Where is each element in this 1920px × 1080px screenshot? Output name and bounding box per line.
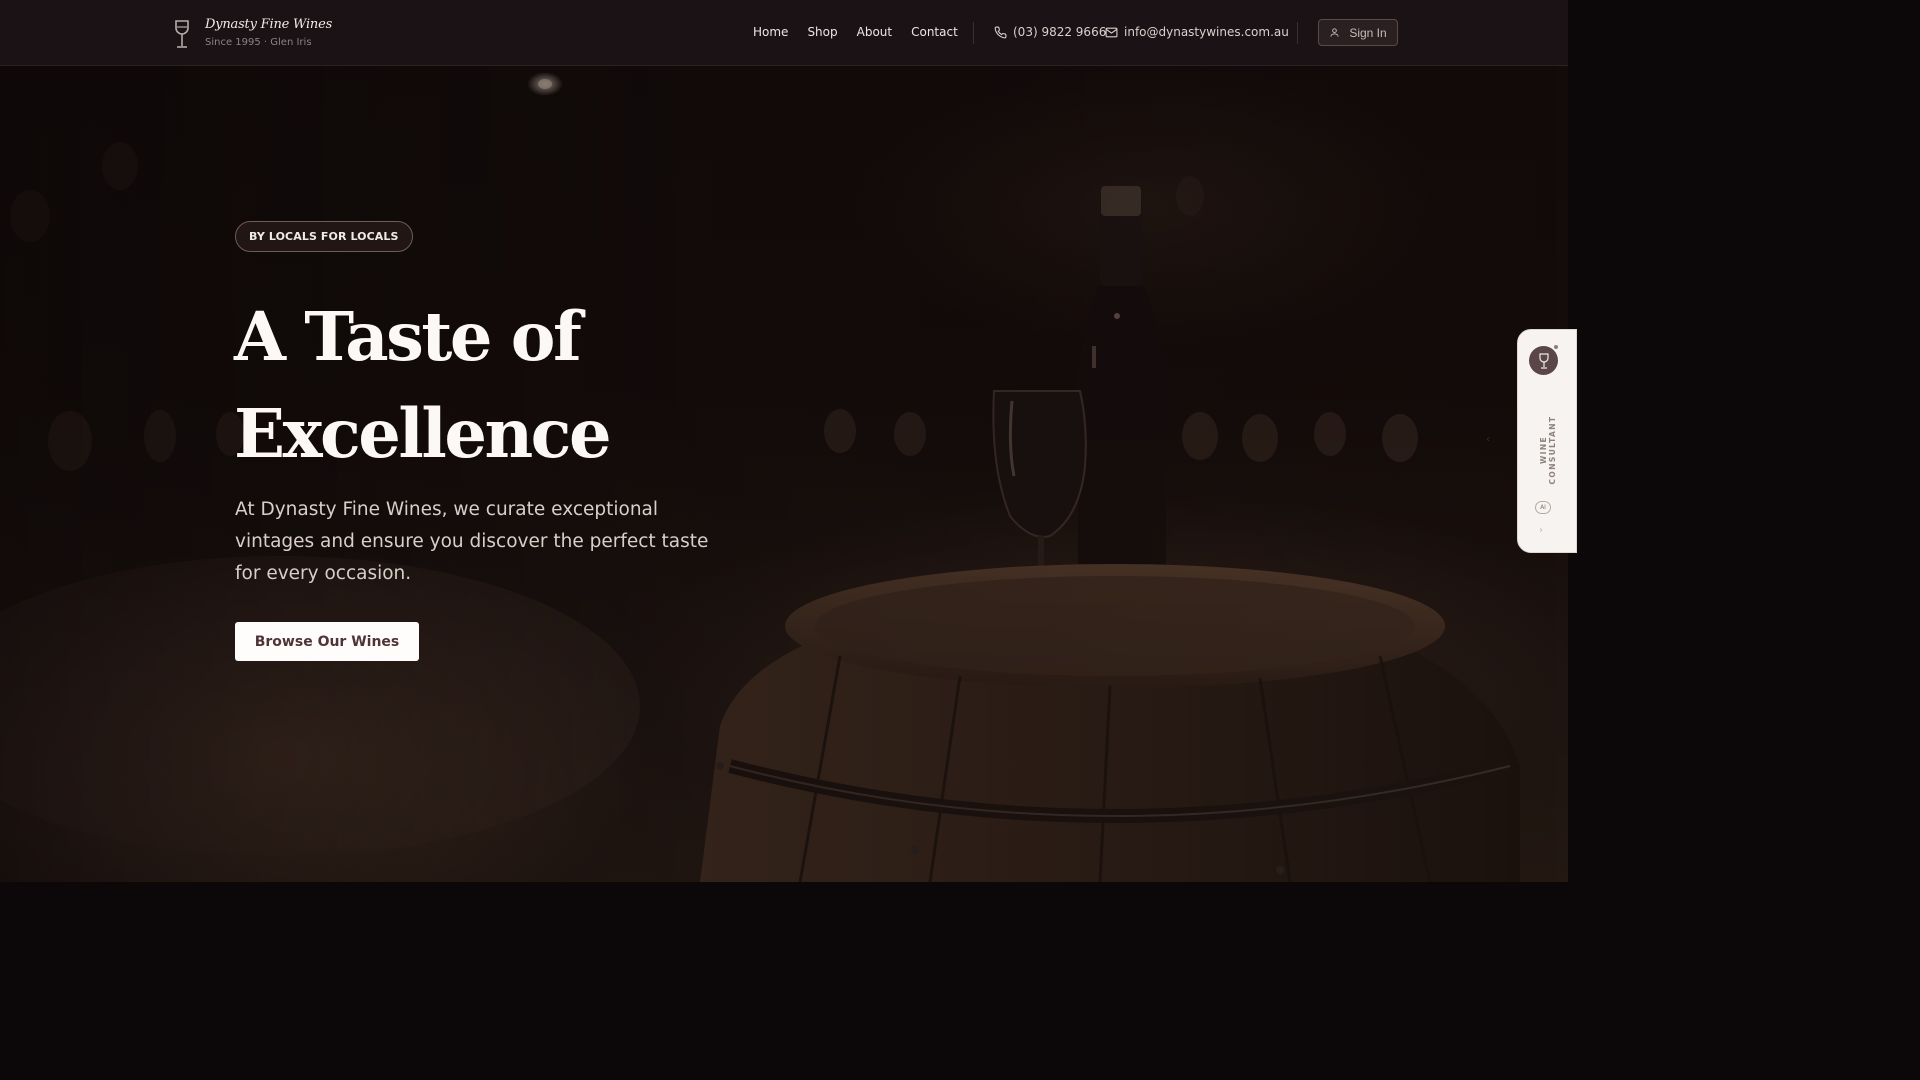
chevron-left-icon[interactable]: ‹: [1486, 434, 1490, 445]
chevron-right-icon[interactable]: ›: [1539, 525, 1543, 536]
widget-label-text: WINE CONSULTANT: [1539, 415, 1557, 485]
hero-section: BY LOCALS FOR LOCALS A Taste of Excellen…: [0, 66, 1568, 882]
brand-tagline: Since 1995 · Glen Iris: [205, 37, 312, 48]
brand-logo[interactable]: Dynasty Fine Wines Since 1995 · Glen Iri…: [172, 16, 332, 51]
site-header: Dynasty Fine Wines Since 1995 · Glen Iri…: [0, 0, 1568, 66]
phone-number: (03) 9822 9666: [1013, 25, 1107, 39]
widget-label: WINE CONSULTANT: [1539, 396, 1557, 496]
email-link[interactable]: info@dynastywines.com.au: [1105, 24, 1289, 40]
headline-line-2: Excellence: [234, 394, 612, 473]
sign-in-button[interactable]: Sign In: [1318, 19, 1398, 46]
mail-icon: [1105, 27, 1118, 37]
nav-divider: [973, 22, 974, 44]
hero-headline: A Taste of Excellence: [234, 288, 794, 482]
nav-shop[interactable]: Shop: [807, 24, 837, 40]
wine-consultant-widget[interactable]: WINE CONSULTANT AI ›: [1517, 329, 1577, 553]
wine-glass-icon: [175, 20, 189, 48]
consultant-avatar[interactable]: [1529, 346, 1558, 375]
user-icon: [1330, 28, 1339, 37]
headline-line-1: A Taste of: [234, 297, 582, 376]
nav-about[interactable]: About: [857, 24, 892, 40]
header-divider: [1297, 22, 1298, 44]
browse-wines-button[interactable]: Browse Our Wines: [235, 622, 419, 661]
nav-home[interactable]: Home: [753, 24, 788, 40]
hero-badge: BY LOCALS FOR LOCALS: [235, 221, 413, 252]
main-nav: Home Shop About Contact: [753, 24, 958, 40]
hero-description: At Dynasty Fine Wines, we curate excepti…: [235, 499, 709, 584]
nav-contact[interactable]: Contact: [911, 24, 958, 40]
ai-badge: AI: [1535, 501, 1551, 514]
phone-link[interactable]: (03) 9822 9666: [994, 24, 1106, 40]
status-dot: [1553, 344, 1559, 350]
phone-icon: [994, 26, 1007, 38]
brand-name: Dynasty Fine Wines: [205, 17, 333, 32]
wine-glass-icon: [1538, 352, 1549, 369]
sign-in-label: Sign In: [1349, 25, 1387, 40]
email-address: info@dynastywines.com.au: [1124, 25, 1289, 39]
